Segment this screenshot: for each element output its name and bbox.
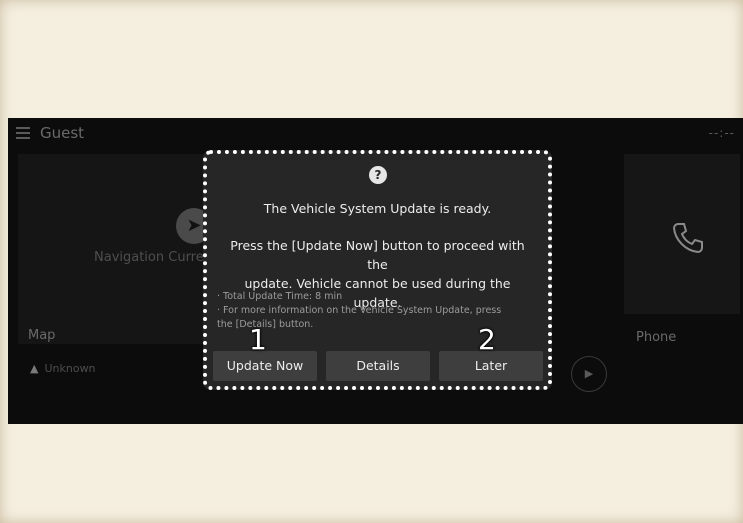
dialog-title: The Vehicle System Update is ready.	[263, 201, 492, 216]
callout-number-1: 1	[249, 323, 267, 356]
menu-icon[interactable]	[16, 127, 30, 139]
callout-number-2: 2	[478, 323, 496, 356]
details-button[interactable]: Details	[326, 351, 430, 381]
phone-icon	[672, 223, 703, 254]
map-label: Map	[28, 328, 56, 343]
dialog-message-line: Press the [Update Now] button to proceed…	[230, 238, 525, 272]
phone-label: Phone	[636, 330, 677, 345]
question-icon: ?	[369, 166, 387, 184]
location-arrow-icon: ▲	[30, 362, 39, 375]
navigation-widget[interactable]	[18, 154, 208, 344]
top-bar: Guest --:--	[8, 118, 743, 152]
user-profile-label[interactable]: Guest	[40, 124, 84, 142]
map-location-row: ▲ Unknown	[30, 362, 96, 375]
navigation-text: Navigation Curre	[94, 250, 204, 265]
location-text: Unknown	[44, 362, 96, 375]
page-indicator	[343, 414, 413, 417]
note-update-time: · Total Update Time: 8 min	[217, 291, 343, 302]
play-button[interactable]: ▶	[571, 356, 607, 392]
clock: --:--	[708, 126, 735, 140]
note-more-info: · For more information on the Vehicle Sy…	[217, 305, 502, 316]
